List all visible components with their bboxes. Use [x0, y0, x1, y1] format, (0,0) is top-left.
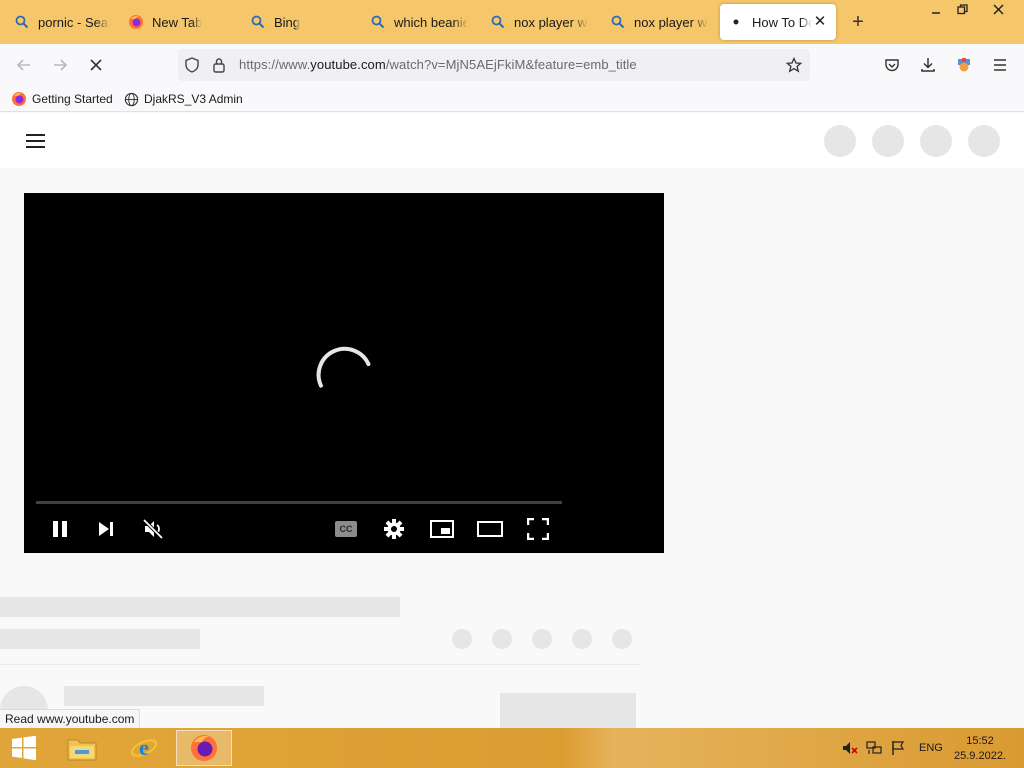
captions-button[interactable]: CC: [332, 515, 360, 543]
tab-nox-player-1[interactable]: nox player with: [490, 4, 588, 40]
guide-menu-icon[interactable]: [26, 133, 46, 149]
file-explorer-icon[interactable]: [54, 730, 110, 766]
tab-label: which beanie bab: [394, 14, 468, 30]
bookmark-star-icon[interactable]: [785, 56, 803, 78]
bookmarks-toolbar: Getting Started DjakRS_V3 Admin: [0, 86, 1024, 112]
back-button[interactable]: [12, 53, 36, 77]
url-prefix: https://www.: [239, 57, 311, 72]
url-text[interactable]: https://www.youtube.com/watch?v=MjN5AEjF…: [239, 57, 637, 72]
firefox-icon[interactable]: [176, 730, 232, 766]
search-icon: [370, 14, 386, 30]
tab-label: nox player with: [634, 14, 708, 30]
pocket-button[interactable]: [880, 53, 904, 77]
youtube-header: [0, 113, 1024, 168]
downloads-button[interactable]: [916, 53, 940, 77]
progress-bar[interactable]: [36, 501, 562, 504]
action-skeleton-dot: [612, 629, 632, 649]
pause-button[interactable]: [46, 515, 74, 543]
windows-taskbar: e ENG 15:52 25.9.2022.: [0, 728, 1024, 768]
navigation-toolbar: https://www.youtube.com/watch?v=MjN5AEjF…: [0, 44, 1024, 86]
volume-muted-icon[interactable]: [842, 740, 858, 756]
desktop-screen: pornic - Search New Tab Bing which beani…: [0, 0, 1024, 768]
mute-button[interactable]: [139, 515, 167, 543]
bookmark-label: DjakRS_V3 Admin: [144, 92, 243, 106]
clock-time: 15:52: [966, 735, 994, 747]
channel-skeleton: [64, 686, 264, 706]
tab-new-tab[interactable]: New Tab: [128, 4, 238, 40]
miniplayer-button[interactable]: [428, 515, 456, 543]
header-placeholder-circle: [824, 125, 856, 157]
search-icon: [14, 14, 30, 30]
lock-icon[interactable]: [212, 57, 226, 78]
close-window-button[interactable]: [980, 0, 1016, 22]
loading-spinner-icon: [312, 341, 376, 405]
bookmark-getting-started[interactable]: Getting Started: [11, 91, 113, 107]
network-icon[interactable]: [866, 740, 882, 756]
url-bar[interactable]: https://www.youtube.com/watch?v=MjN5AEjF…: [178, 49, 810, 81]
tab-how-to-do[interactable]: How To Do ✕: [720, 4, 836, 40]
divider: [0, 664, 640, 665]
firefox-icon: [128, 14, 144, 30]
tab-bing[interactable]: Bing: [250, 4, 346, 40]
search-icon: [490, 14, 506, 30]
restore-window-button[interactable]: [944, 0, 980, 22]
tab-label: Bing: [274, 14, 301, 30]
globe-icon: [123, 91, 139, 107]
start-button[interactable]: [0, 730, 48, 766]
fullscreen-button[interactable]: [524, 515, 552, 543]
forward-button[interactable]: [48, 53, 72, 77]
search-icon: [250, 14, 266, 30]
svg-text:e: e: [139, 735, 149, 760]
action-center-flag-icon[interactable]: [890, 740, 906, 756]
loading-dot-icon: [728, 14, 744, 30]
url-host: youtube.com: [310, 57, 386, 72]
bookmark-djakrs-admin[interactable]: DjakRS_V3 Admin: [123, 91, 243, 107]
tab-label: nox player with: [514, 14, 588, 30]
tab-label: pornic - Search: [38, 14, 110, 30]
action-skeleton-dot: [532, 629, 552, 649]
tab-strip: pornic - Search New Tab Bing which beani…: [0, 0, 1024, 44]
bookmark-label: Getting Started: [32, 92, 113, 106]
stop-loading-button[interactable]: [84, 53, 108, 77]
url-path: /watch?v=MjN5AEjFkiM&feature=emb_title: [385, 57, 637, 72]
menu-button[interactable]: [988, 53, 1012, 77]
theater-mode-button[interactable]: [476, 515, 504, 543]
new-tab-button[interactable]: +: [848, 12, 868, 32]
web-page: CC Read www.youtube.com: [0, 113, 1024, 728]
next-button[interactable]: [92, 515, 120, 543]
extension-icon[interactable]: [952, 53, 976, 77]
tracking-protection-shield-icon[interactable]: [184, 57, 200, 78]
video-player[interactable]: CC: [24, 193, 664, 553]
tab-which-beanie[interactable]: which beanie bab: [370, 4, 468, 40]
captions-label: CC: [335, 521, 357, 537]
tab-label: How To Do: [752, 14, 812, 30]
tab-pornic-search[interactable]: pornic - Search: [14, 4, 110, 40]
internet-explorer-icon[interactable]: e: [116, 730, 172, 766]
firefox-icon: [11, 91, 27, 107]
tab-label: New Tab: [152, 14, 203, 30]
clock-date: 25.9.2022.: [954, 750, 1006, 762]
header-placeholder-circle: [968, 125, 1000, 157]
settings-gear-icon[interactable]: [380, 515, 408, 543]
system-clock[interactable]: 15:52 25.9.2022.: [948, 734, 1012, 764]
language-indicator[interactable]: ENG: [919, 742, 943, 754]
action-skeleton-dot: [572, 629, 592, 649]
title-skeleton: [0, 597, 400, 617]
status-panel: Read www.youtube.com: [0, 709, 141, 728]
close-tab-icon[interactable]: ✕: [812, 14, 828, 30]
subscribe-skeleton: [500, 693, 636, 728]
action-skeleton-dot: [452, 629, 472, 649]
header-placeholder-circle: [920, 125, 952, 157]
tab-nox-player-2[interactable]: nox player with: [610, 4, 708, 40]
header-placeholder-circle: [872, 125, 904, 157]
action-skeleton-dot: [492, 629, 512, 649]
subtitle-skeleton: [0, 629, 200, 649]
search-icon: [610, 14, 626, 30]
